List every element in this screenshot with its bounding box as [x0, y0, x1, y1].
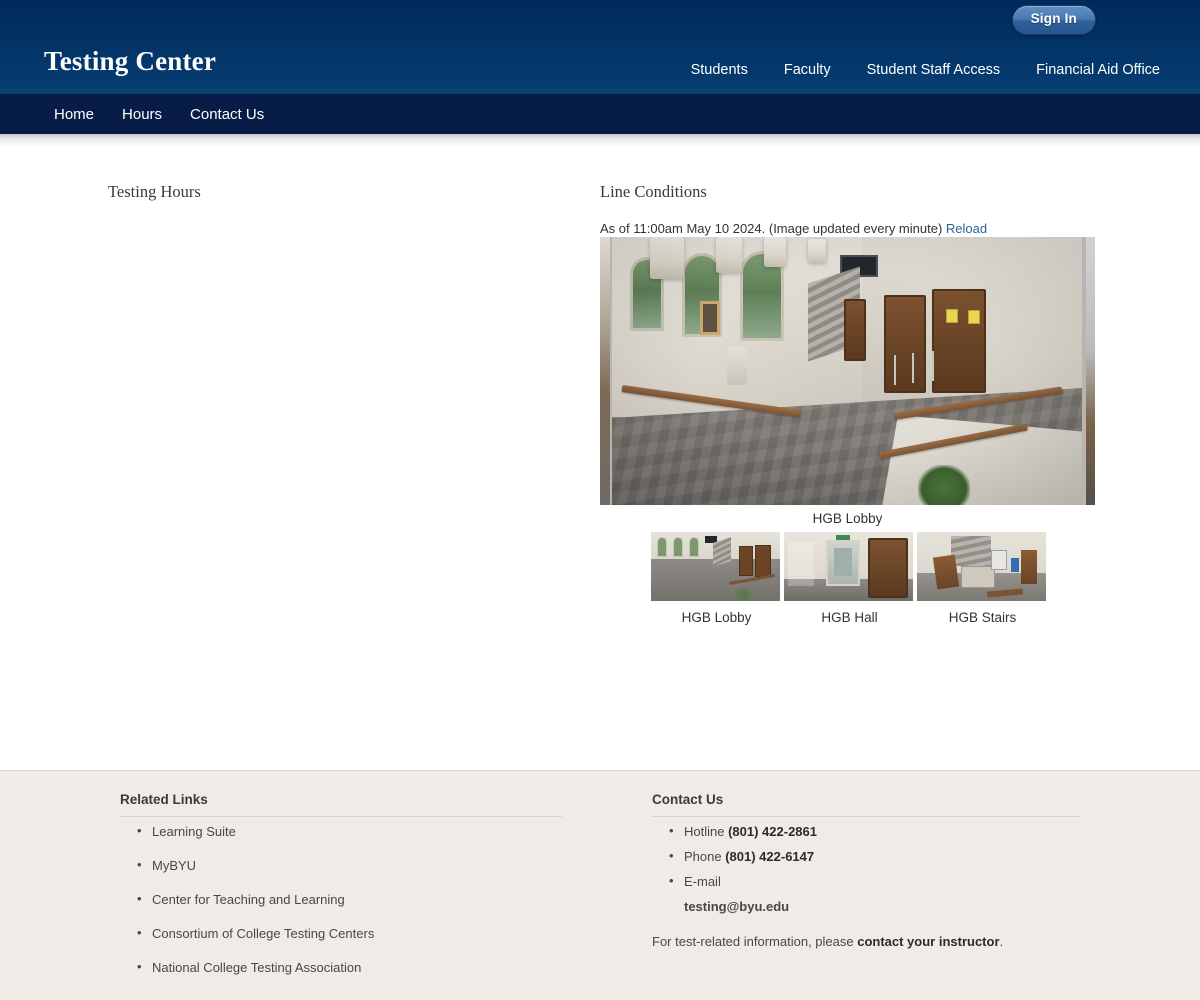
contact-email-address[interactable]: testing@byu.edu	[652, 900, 1082, 913]
nav-item-contact-us[interactable]: Contact Us	[176, 107, 278, 122]
thumbnail-image-hgb-hall[interactable]	[784, 532, 913, 601]
lobby-door	[844, 299, 866, 361]
footer-link-consortium-of-college-testing-centers[interactable]: Consortium of College Testing Centers	[152, 926, 374, 941]
door-sign	[968, 310, 980, 324]
line-conditions-heading: Line Conditions	[600, 182, 707, 201]
list-item[interactable]: Learning Suite	[120, 824, 580, 839]
webcam-main-frame	[612, 237, 1082, 505]
footer-contact-list: Hotline (801) 422-2861 Phone (801) 422-6…	[652, 823, 1082, 889]
site-footer: Related Links Learning Suite MyBYU Cente…	[0, 770, 1200, 1000]
nav-drop-shadow	[0, 134, 1200, 148]
thumbnail-image-hgb-stairs[interactable]	[917, 532, 1046, 601]
footer-contact-column: Contact Us Hotline (801) 422-2861 Phone …	[652, 793, 1082, 948]
contact-value-phone: (801) 422-6147	[725, 848, 815, 864]
site-header: Sign In Testing Center Students Faculty …	[0, 0, 1200, 94]
list-item[interactable]: MyBYU	[120, 858, 580, 873]
lobby-door	[884, 295, 926, 393]
contact-label-phone: Phone	[684, 848, 722, 864]
list-item: Phone (801) 422-6147	[652, 848, 1082, 864]
page-content: Testing Hours Line Conditions As of 11:0…	[0, 134, 1200, 770]
audience-nav: Students Faculty Student Staff Access Fi…	[673, 63, 1160, 78]
footer-link-mybyu[interactable]: MyBYU	[152, 858, 196, 873]
thumbnail-label-hgb-lobby: HGB Lobby	[681, 610, 752, 625]
footer-link-learning-suite[interactable]: Learning Suite	[152, 824, 236, 839]
door-sign	[946, 309, 958, 323]
lobby-door	[932, 289, 986, 393]
webcam-timestamp-text: As of 11:00am May 10 2024. (Image update…	[600, 221, 943, 236]
thumbnail-label-hgb-stairs: HGB Stairs	[948, 610, 1017, 625]
lobby-plant	[918, 465, 970, 505]
list-item: E-mail	[652, 873, 1082, 889]
nav-item-home[interactable]: Home	[40, 107, 108, 122]
list-item[interactable]: Center for Teaching and Learning	[120, 892, 580, 907]
footer-related-links-list: Learning Suite MyBYU Center for Teaching…	[120, 824, 580, 975]
footer-instructor-note: For test-related information, please con…	[652, 935, 1082, 948]
thumbnail-image-hgb-lobby[interactable]	[651, 532, 780, 601]
footer-note-emphasis: contact your instructor	[857, 933, 1000, 949]
webcam-panorama-left-edge	[600, 237, 610, 505]
footer-link-center-for-teaching-and-learning[interactable]: Center for Teaching and Learning	[152, 892, 345, 907]
pendant-light	[764, 237, 786, 267]
sign-in-button[interactable]: Sign In	[1011, 5, 1096, 35]
testing-hours-section: Testing Hours	[108, 182, 201, 201]
audience-link-students[interactable]: Students	[673, 63, 766, 78]
footer-divider	[120, 815, 562, 817]
webcam-panorama-right-edge	[1086, 237, 1095, 505]
pendant-light	[650, 237, 684, 279]
contact-value-hotline: (801) 422-2861	[728, 823, 817, 839]
pendant-light	[716, 237, 742, 273]
queue-stanchion	[894, 355, 896, 385]
audience-link-student-staff-access[interactable]: Student Staff Access	[849, 63, 1019, 78]
webcam-status-line: As of 11:00am May 10 2024. (Image update…	[600, 222, 987, 235]
webcam-main-image[interactable]	[600, 237, 1095, 505]
footer-contact-heading: Contact Us	[652, 792, 724, 807]
thumbnail-item-hgb-lobby: HGB Lobby	[651, 532, 782, 625]
contact-label-email: E-mail	[684, 873, 721, 889]
primary-navigation: Home Hours Contact Us	[0, 94, 1200, 134]
sign-in-container: Sign In	[1011, 5, 1096, 35]
thumbnail-item-hgb-hall: HGB Hall	[784, 532, 915, 625]
footer-divider	[652, 815, 1080, 817]
queue-stanchion	[932, 351, 934, 381]
webcam-thumbnail-list: HGB Lobby HGB Hall HGB Stairs	[651, 532, 1048, 625]
list-item[interactable]: National College Testing Association	[120, 960, 580, 975]
list-item: Hotline (801) 422-2861	[652, 823, 1082, 839]
pendant-light	[808, 239, 826, 263]
footer-link-national-college-testing-association[interactable]: National College Testing Association	[152, 960, 361, 975]
audience-link-financial-aid-office[interactable]: Financial Aid Office	[1018, 63, 1160, 78]
queue-stanchion	[912, 353, 914, 383]
footer-note-suffix: .	[999, 933, 1004, 949]
footer-note-prefix: For test-related information, please	[652, 933, 858, 949]
line-conditions-section: Line Conditions	[600, 182, 707, 201]
thumbnail-item-hgb-stairs: HGB Stairs	[917, 532, 1048, 625]
site-title: Testing Center	[44, 46, 217, 76]
contact-label-hotline: Hotline	[684, 823, 725, 839]
list-item[interactable]: Consortium of College Testing Centers	[120, 926, 580, 941]
webcam-main-caption: HGB Lobby	[812, 511, 883, 526]
nav-item-hours[interactable]: Hours	[108, 107, 176, 122]
reload-link[interactable]: Reload	[946, 221, 987, 236]
thumbnail-label-hgb-hall: HGB Hall	[821, 610, 878, 625]
footer-related-links-heading: Related Links	[120, 792, 208, 807]
testing-hours-heading: Testing Hours	[108, 182, 201, 201]
audience-link-faculty[interactable]: Faculty	[766, 63, 849, 78]
lobby-trash-bin	[727, 347, 747, 385]
footer-related-links-column: Related Links Learning Suite MyBYU Cente…	[120, 793, 580, 995]
wall-picture	[700, 301, 720, 335]
